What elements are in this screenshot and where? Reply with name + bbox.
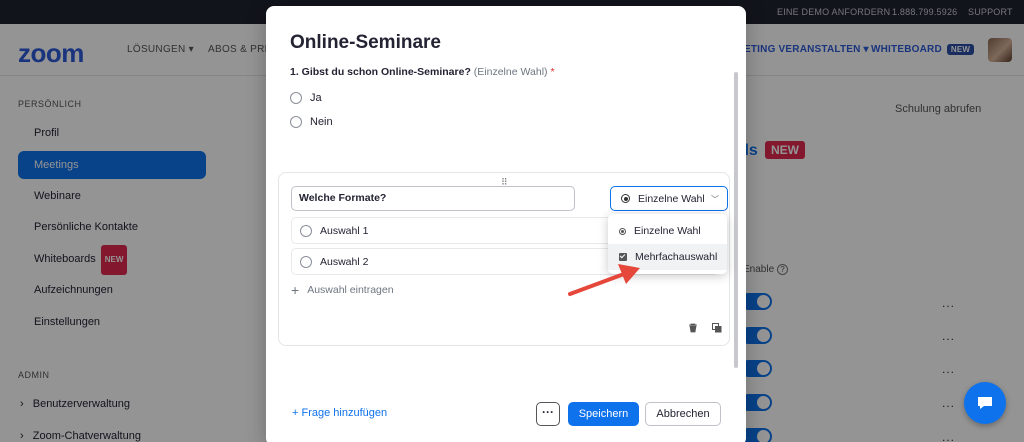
- radio-button: [300, 224, 312, 237]
- modal-title: Online-Seminare: [290, 32, 441, 53]
- single-choice-icon: [619, 227, 626, 235]
- single-choice-icon: [621, 194, 630, 203]
- duplicate-icon[interactable]: [712, 323, 722, 336]
- save-button[interactable]: Speichern: [568, 402, 639, 426]
- question-1-option-ja[interactable]: Ja: [290, 92, 322, 104]
- chat-button[interactable]: [964, 382, 1006, 424]
- trash-icon[interactable]: [688, 323, 698, 336]
- radio-button: [290, 92, 302, 104]
- more-options-button[interactable]: ···: [536, 402, 560, 426]
- chevron-down-icon: ﹀: [711, 195, 719, 204]
- annotation-arrow-icon: [568, 264, 640, 296]
- modal-scrollbar[interactable]: [734, 72, 738, 368]
- add-question-button[interactable]: + Frage hinzufügen: [292, 407, 387, 419]
- chat-bubble-icon: [978, 397, 992, 409]
- add-choice-input[interactable]: + Auswahl eintragen: [291, 282, 394, 298]
- plus-icon: +: [291, 282, 300, 298]
- dropdown-option-single-choice[interactable]: Einzelne Wahl: [608, 218, 727, 244]
- question-2-input[interactable]: Welche Formate?: [291, 186, 575, 211]
- cancel-button[interactable]: Abbrechen: [645, 402, 721, 426]
- radio-button: [300, 255, 312, 268]
- question-1-label: 1. Gibst du schon Online-Seminare? (Einz…: [290, 66, 555, 78]
- radio-button: [290, 116, 302, 128]
- question-1-option-nein[interactable]: Nein: [290, 116, 333, 128]
- question-type-select[interactable]: Einzelne Wahl ﹀: [610, 186, 728, 211]
